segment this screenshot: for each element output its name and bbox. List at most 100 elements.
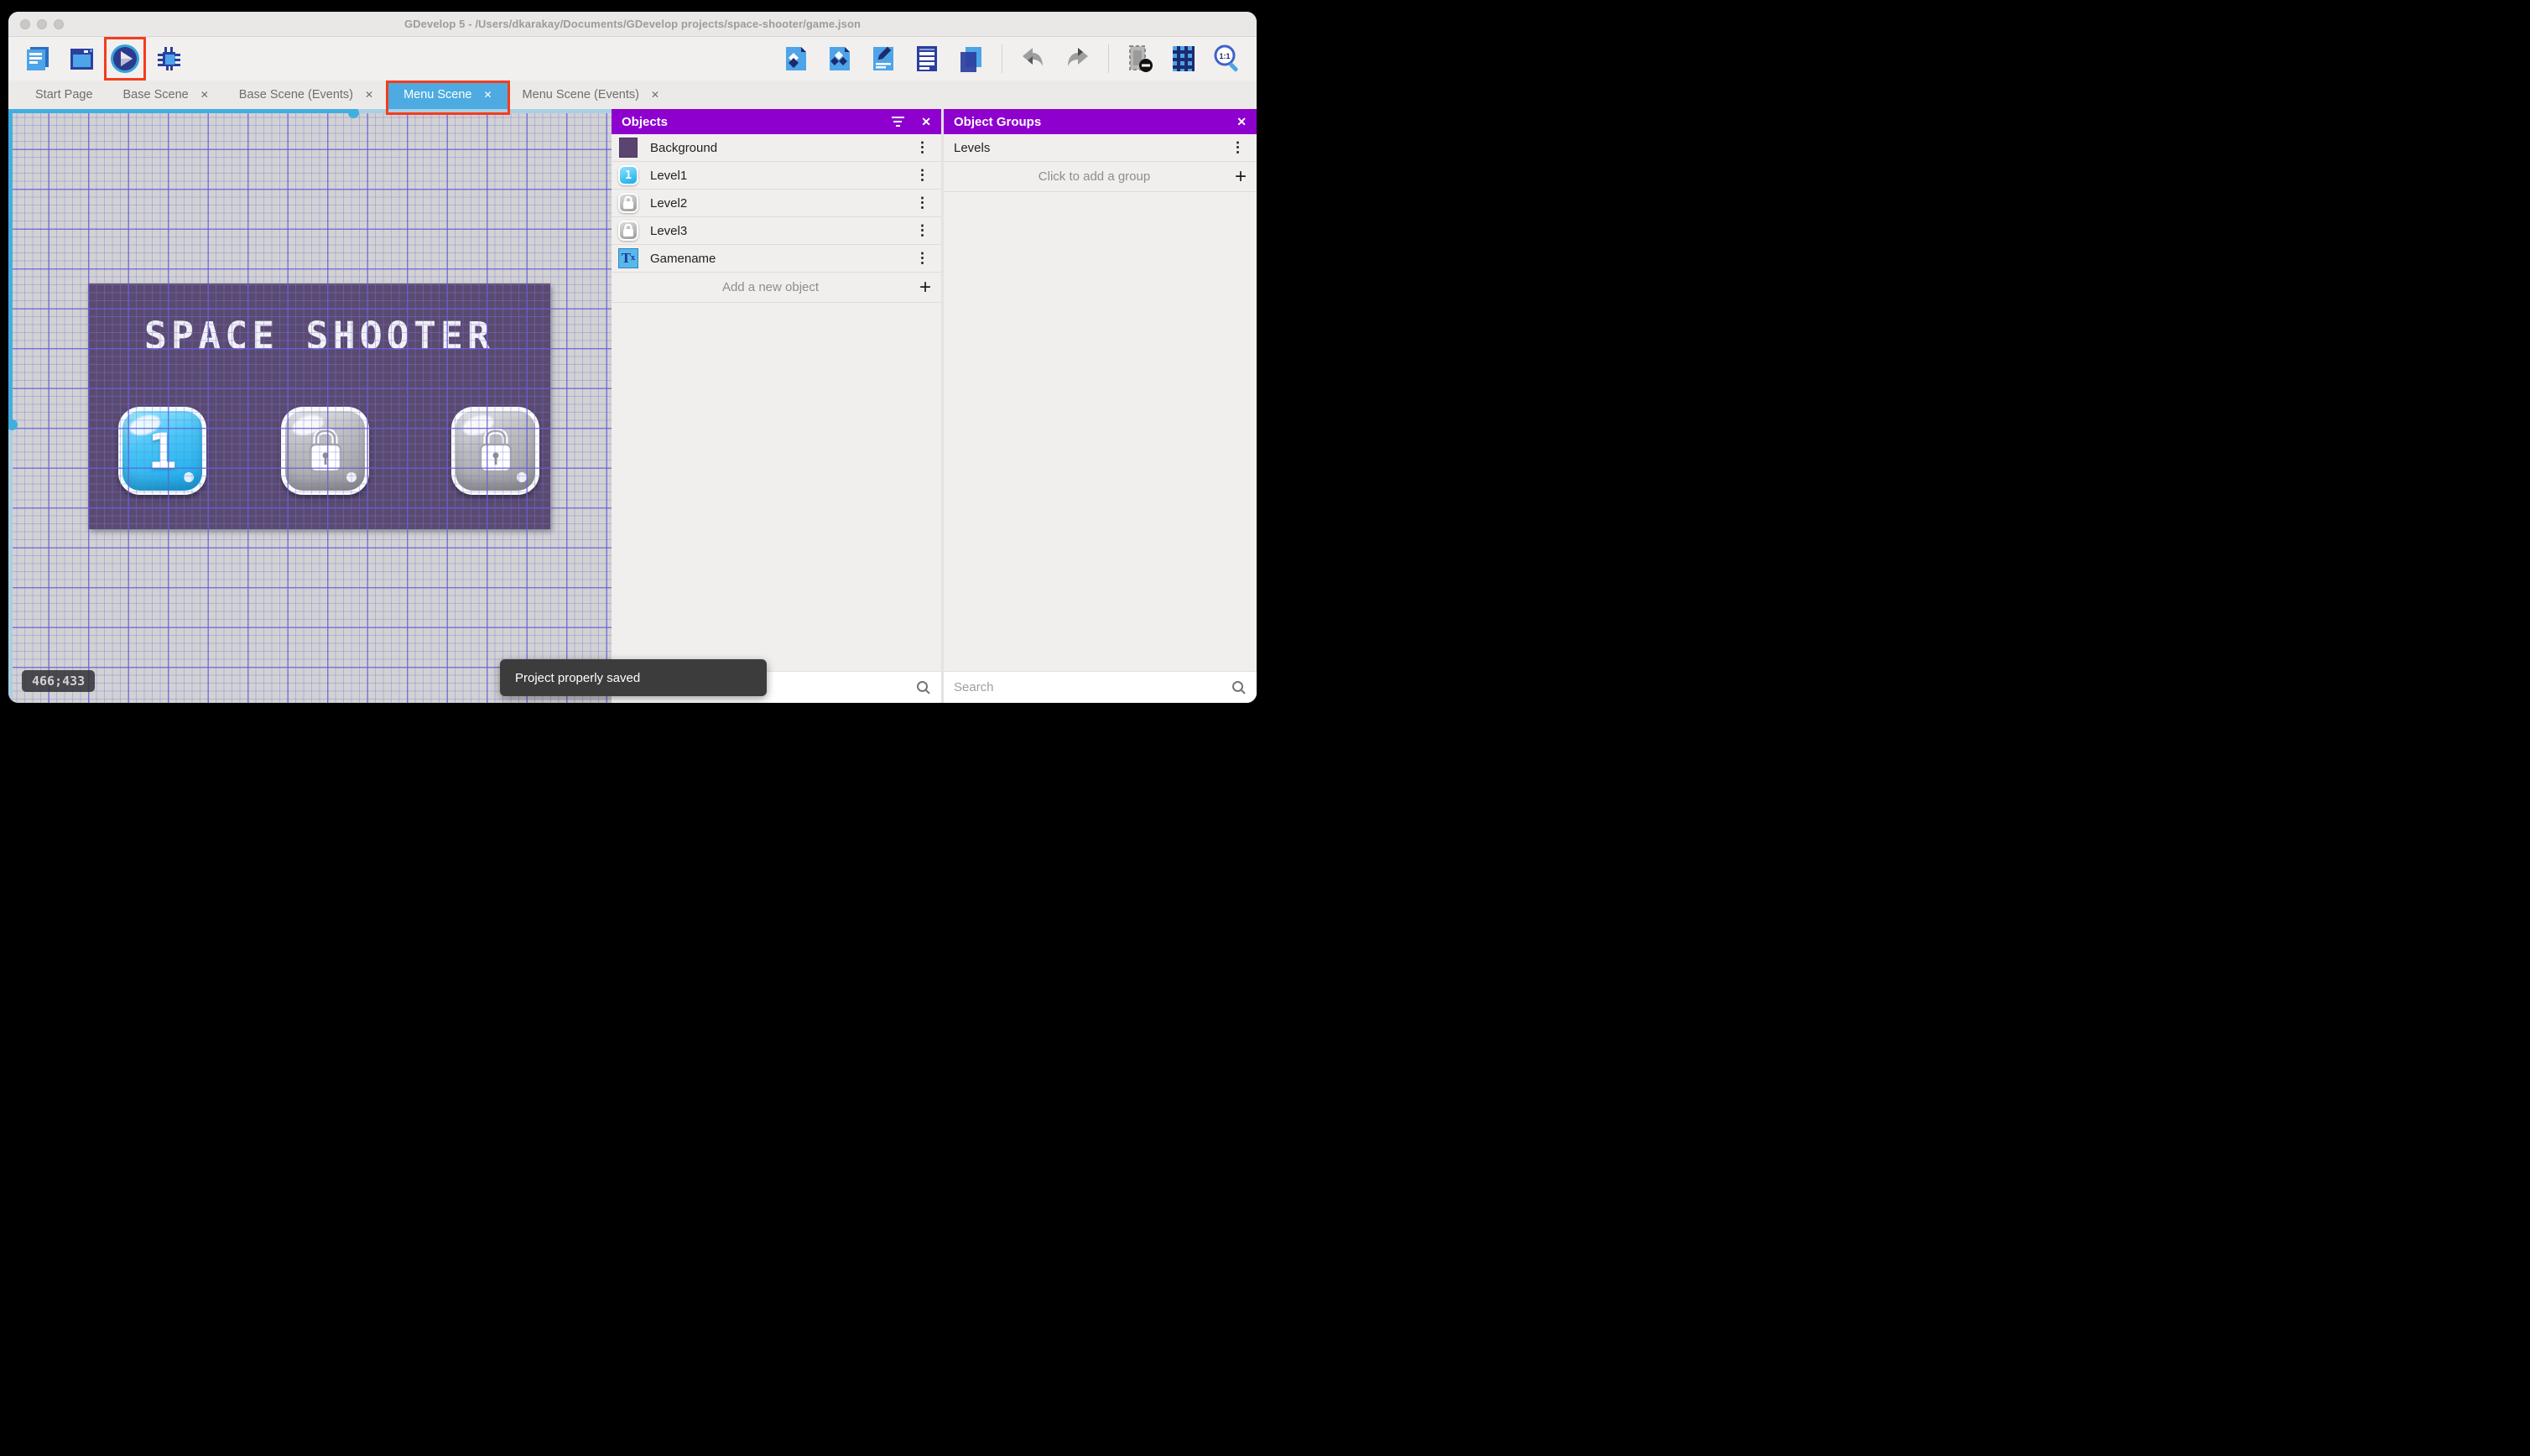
toolbar-left-group: [22, 37, 185, 81]
tab-label: Menu Scene (Events): [522, 88, 639, 101]
render-mask-icon[interactable]: [1124, 43, 1156, 75]
close-icon[interactable]: ✕: [483, 89, 492, 101]
close-icon[interactable]: ✕: [200, 89, 209, 101]
add-group-label: Click to add a group: [1038, 169, 1151, 184]
plus-icon[interactable]: +: [1235, 166, 1247, 187]
add-object-label: Add a new object: [721, 280, 820, 294]
project-manager-icon[interactable]: [22, 43, 54, 75]
object-row-gamename[interactable]: Tx Gamename ⋮: [612, 245, 941, 273]
filter-icon[interactable]: [891, 117, 904, 127]
main-area: SPACE SHOOTER 1 466;433 Objects ✕ Backgr…: [8, 109, 1257, 703]
grid-icon[interactable]: [1168, 43, 1200, 75]
play-icon[interactable]: [104, 37, 146, 81]
close-icon[interactable]: ✕: [365, 89, 373, 101]
kebab-menu-icon[interactable]: ⋮: [912, 250, 933, 267]
play-button-highlight: [104, 37, 146, 81]
canvas-horizontal-scrollbar[interactable]: [8, 109, 612, 118]
object-row-background[interactable]: Background ⋮: [612, 134, 941, 162]
object-groups-panel-header: Object Groups ✕: [944, 109, 1257, 134]
level2-thumbnail: [618, 193, 638, 213]
tab-menu-scene-events[interactable]: Menu Scene (Events) ✕: [508, 81, 675, 109]
search-icon: [1232, 680, 1246, 694]
object-row-level3[interactable]: Level3 ⋮: [612, 217, 941, 245]
gamename-text-object[interactable]: SPACE SHOOTER: [88, 314, 550, 358]
toolbar-right-group: 1:1: [780, 43, 1243, 75]
objects-panel-header: Objects ✕: [612, 109, 941, 134]
window-title: GDevelop 5 - /Users/dkarakay/Documents/G…: [403, 18, 862, 30]
tab-base-scene-events[interactable]: Base Scene (Events) ✕: [224, 81, 388, 109]
instances-icon[interactable]: [824, 43, 856, 75]
close-icon[interactable]: ✕: [651, 89, 659, 101]
vertical-scrollbar-handle[interactable]: [8, 419, 18, 430]
level3-button-object[interactable]: [451, 407, 539, 495]
toolbar-divider: [1108, 44, 1109, 73]
tab-label: Start Page: [35, 88, 93, 101]
close-icon[interactable]: ✕: [921, 115, 931, 129]
level1-thumbnail: 1: [618, 165, 638, 185]
level1-digit: 1: [148, 422, 177, 480]
tab-bar: Start Page Base Scene ✕ Base Scene (Even…: [8, 81, 1257, 115]
object-groups-panel: Object Groups ✕ Levels ⋮ Click to add a …: [944, 109, 1257, 703]
redo-icon[interactable]: [1061, 43, 1093, 75]
kebab-menu-icon[interactable]: ⋮: [912, 222, 933, 239]
save-toast: Project properly saved: [500, 659, 767, 696]
object-name: Level1: [650, 168, 688, 183]
horizontal-scrollbar-handle[interactable]: [348, 109, 359, 118]
tab-label: Base Scene: [122, 88, 189, 101]
zoom-window-button[interactable]: [54, 19, 64, 29]
tab-start-page[interactable]: Start Page: [20, 81, 108, 109]
kebab-menu-icon[interactable]: ⋮: [912, 139, 933, 156]
lock-icon: [456, 411, 535, 491]
level2-button-object[interactable]: [281, 407, 369, 495]
group-name: Levels: [954, 140, 991, 155]
add-group-row[interactable]: Click to add a group +: [944, 162, 1257, 192]
group-row-levels[interactable]: Levels ⋮: [944, 134, 1257, 162]
tab-base-scene[interactable]: Base Scene ✕: [108, 81, 224, 109]
object-name: Level3: [650, 223, 688, 238]
object-groups-search-bar: [944, 671, 1257, 703]
debug-icon[interactable]: [153, 43, 185, 75]
add-instance-icon[interactable]: [780, 43, 812, 75]
object-row-level2[interactable]: Level2 ⋮: [612, 190, 941, 217]
svg-text:1:1: 1:1: [1219, 52, 1230, 60]
scene-editor-icon[interactable]: [65, 43, 97, 75]
objects-panel-title: Objects: [622, 114, 669, 129]
tab-label: Base Scene (Events): [238, 88, 353, 101]
zoom-1-1-icon[interactable]: 1:1: [1211, 43, 1243, 75]
background-object[interactable]: SPACE SHOOTER 1: [88, 283, 550, 529]
object-groups-panel-title: Object Groups: [954, 114, 1042, 129]
cursor-coordinates: 466;433: [22, 670, 96, 692]
object-groups-search-input[interactable]: [954, 680, 1225, 694]
toolbar: 1:1: [8, 37, 1257, 81]
level3-thumbnail: [618, 221, 638, 241]
close-window-button[interactable]: [20, 19, 30, 29]
kebab-menu-icon[interactable]: ⋮: [1227, 139, 1248, 156]
layers-icon[interactable]: [955, 43, 986, 75]
traffic-lights[interactable]: [20, 19, 64, 29]
instances-list-icon[interactable]: [911, 43, 943, 75]
tab-menu-scene[interactable]: Menu Scene ✕: [386, 81, 510, 115]
undo-icon[interactable]: [1018, 43, 1049, 75]
add-object-row[interactable]: Add a new object +: [612, 273, 941, 303]
kebab-menu-icon[interactable]: ⋮: [912, 167, 933, 184]
gdevelop-window: GDevelop 5 - /Users/dkarakay/Documents/G…: [8, 12, 1257, 703]
background-thumbnail: [618, 138, 638, 158]
scene-properties-icon[interactable]: [867, 43, 899, 75]
tab-label: Menu Scene: [403, 88, 472, 101]
close-icon[interactable]: ✕: [1236, 115, 1247, 129]
canvas-vertical-scrollbar[interactable]: [8, 109, 18, 703]
title-bar: GDevelop 5 - /Users/dkarakay/Documents/G…: [8, 12, 1257, 37]
search-icon: [917, 680, 930, 694]
object-name: Background: [650, 140, 718, 155]
level1-button-object[interactable]: 1: [118, 407, 206, 495]
kebab-menu-icon[interactable]: ⋮: [912, 195, 933, 211]
plus-icon[interactable]: +: [919, 277, 931, 298]
objects-panel: Objects ✕ Background ⋮ 1 Level1 ⋮ Level2…: [612, 109, 941, 703]
object-groups-list: Levels ⋮ Click to add a group +: [944, 134, 1257, 671]
lock-icon: [285, 411, 365, 491]
object-name: Level2: [650, 195, 688, 211]
scene-canvas[interactable]: SPACE SHOOTER 1 466;433: [8, 109, 612, 703]
minimize-window-button[interactable]: [37, 19, 47, 29]
object-row-level1[interactable]: 1 Level1 ⋮: [612, 162, 941, 190]
object-name: Gamename: [650, 251, 716, 266]
